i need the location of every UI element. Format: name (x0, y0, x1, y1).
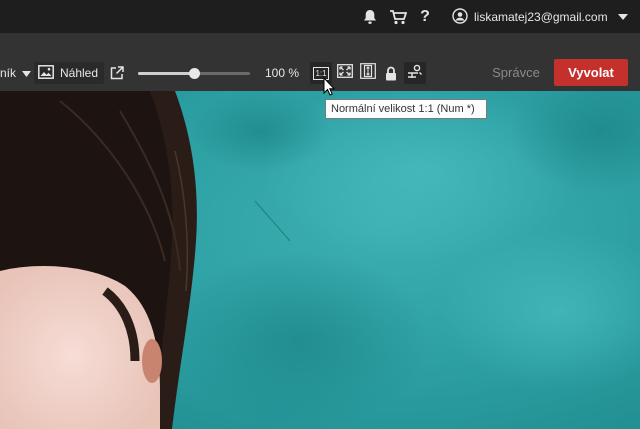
photo-preview-canvas[interactable] (0, 91, 640, 429)
photo-image (0, 91, 640, 429)
mouse-cursor-icon (323, 76, 336, 101)
view-mode-dropdown[interactable]: ník (0, 66, 32, 80)
chevron-down-icon[interactable] (617, 10, 628, 24)
zoom-level: 100 % (264, 66, 300, 80)
preview-label: Náhled (60, 66, 99, 80)
develop-button[interactable]: Vyvolat (554, 59, 628, 86)
fit-height-button[interactable] (357, 62, 379, 84)
preview-button[interactable]: Náhled (34, 62, 104, 84)
fit-screen-button[interactable] (334, 62, 356, 84)
lock-icon[interactable] (380, 62, 402, 84)
user-icon (452, 7, 468, 27)
bell-icon[interactable] (362, 8, 378, 26)
help-icon[interactable]: ? (418, 8, 432, 26)
image-icon (38, 64, 54, 82)
chevron-down-icon (22, 66, 32, 80)
fit-height-icon (360, 62, 376, 84)
fit-screen-icon (337, 63, 353, 83)
zoom-slider-thumb[interactable] (189, 68, 200, 79)
account-email: liskamatej23@gmail.com (474, 10, 608, 24)
person-focus-icon (407, 63, 423, 84)
face-detection-button[interactable] (404, 62, 426, 84)
zoom-slider-fill (138, 72, 194, 75)
view-mode-label: ník (0, 66, 17, 80)
account-menu[interactable]: liskamatej23@gmail.com (452, 7, 628, 27)
open-external-icon[interactable] (106, 62, 128, 84)
zoom-slider[interactable] (138, 68, 250, 79)
manager-tab[interactable]: Správce (486, 63, 546, 83)
tooltip: Normální velikost 1:1 (Num *) (325, 99, 487, 119)
cart-icon[interactable] (388, 8, 408, 26)
top-bar: ? liskamatej23@gmail.com (0, 0, 640, 33)
